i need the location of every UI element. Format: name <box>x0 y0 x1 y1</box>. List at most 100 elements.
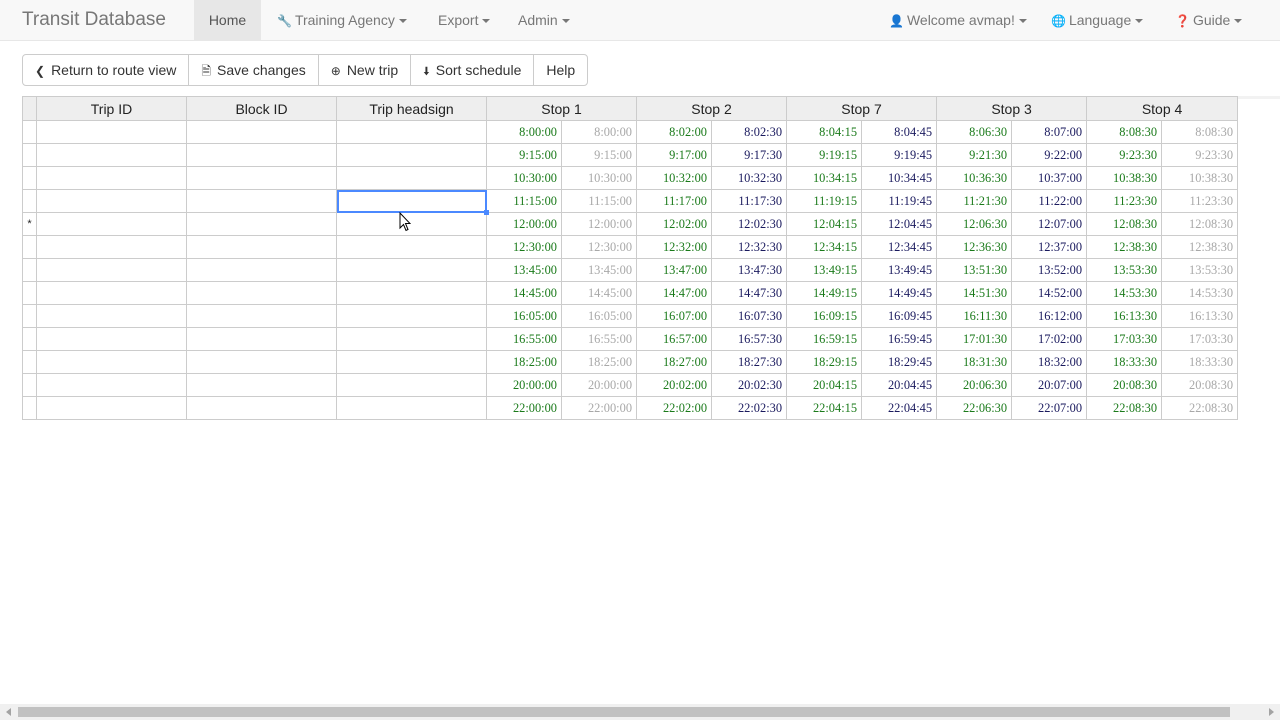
trip-headsign-cell[interactable] <box>336 258 487 282</box>
arrival-time-cell[interactable]: 10:30:00 <box>486 166 562 190</box>
arrival-time-cell[interactable]: 12:00:00 <box>486 212 562 236</box>
column-header[interactable]: Block ID <box>186 96 337 121</box>
column-header[interactable]: Stop 4 <box>1086 96 1239 121</box>
nav-language-dropdown[interactable]: 🌐 Language <box>1051 0 1144 40</box>
departure-time-cell[interactable]: 12:37:00 <box>1011 235 1088 259</box>
departure-time-cell[interactable]: 22:02:30 <box>711 396 788 420</box>
departure-time-cell[interactable]: 18:29:45 <box>861 350 938 374</box>
nav-agency-dropdown[interactable]: 🔧 Training Agency <box>277 0 407 40</box>
nav-export-dropdown[interactable]: Export <box>438 0 491 40</box>
departure-time-cell[interactable]: 16:12:00 <box>1011 304 1088 328</box>
arrival-time-cell[interactable]: 12:36:30 <box>936 235 1013 259</box>
departure-time-cell[interactable]: 16:13:30 <box>1161 304 1239 328</box>
arrival-time-cell[interactable]: 12:06:30 <box>936 212 1013 236</box>
departure-time-cell[interactable]: 16:05:00 <box>560 304 638 328</box>
row-header[interactable] <box>22 373 37 397</box>
departure-time-cell[interactable]: 14:45:00 <box>560 281 638 305</box>
arrival-time-cell[interactable]: 16:13:30 <box>1086 304 1163 328</box>
departure-time-cell[interactable]: 18:27:30 <box>711 350 788 374</box>
trip-id-cell[interactable] <box>36 327 187 351</box>
arrival-time-cell[interactable]: 12:30:00 <box>486 235 562 259</box>
departure-time-cell[interactable]: 22:00:00 <box>560 396 638 420</box>
trip-headsign-cell[interactable] <box>336 235 487 259</box>
row-header[interactable] <box>22 396 37 420</box>
fill-handle[interactable] <box>484 210 489 215</box>
block-id-cell[interactable] <box>186 212 337 236</box>
departure-time-cell[interactable]: 12:32:30 <box>711 235 788 259</box>
arrival-time-cell[interactable]: 11:21:30 <box>936 189 1013 213</box>
trip-id-cell[interactable] <box>36 281 187 305</box>
arrival-time-cell[interactable]: 10:36:30 <box>936 166 1013 190</box>
block-id-cell[interactable] <box>186 396 337 420</box>
arrival-time-cell[interactable]: 20:06:30 <box>936 373 1013 397</box>
block-id-cell[interactable] <box>186 281 337 305</box>
arrival-time-cell[interactable]: 22:08:30 <box>1086 396 1163 420</box>
sort-schedule-button[interactable]: 🠫 Sort schedule <box>410 54 535 86</box>
row-header[interactable] <box>22 258 37 282</box>
departure-time-cell[interactable]: 13:52:00 <box>1011 258 1088 282</box>
arrival-time-cell[interactable]: 16:55:00 <box>486 327 562 351</box>
departure-time-cell[interactable]: 13:47:30 <box>711 258 788 282</box>
departure-time-cell[interactable]: 8:07:00 <box>1011 120 1088 144</box>
departure-time-cell[interactable]: 14:49:45 <box>861 281 938 305</box>
arrival-time-cell[interactable]: 8:04:15 <box>786 120 863 144</box>
departure-time-cell[interactable]: 9:22:00 <box>1011 143 1088 167</box>
arrival-time-cell[interactable]: 13:45:00 <box>486 258 562 282</box>
departure-time-cell[interactable]: 9:23:30 <box>1161 143 1239 167</box>
departure-time-cell[interactable]: 12:00:00 <box>560 212 638 236</box>
departure-time-cell[interactable]: 13:53:30 <box>1161 258 1239 282</box>
arrival-time-cell[interactable]: 18:31:30 <box>936 350 1013 374</box>
departure-time-cell[interactable]: 11:22:00 <box>1011 189 1088 213</box>
row-header[interactable] <box>22 304 37 328</box>
departure-time-cell[interactable]: 12:38:30 <box>1161 235 1239 259</box>
arrival-time-cell[interactable]: 10:32:00 <box>636 166 713 190</box>
trip-id-cell[interactable] <box>36 258 187 282</box>
departure-time-cell[interactable]: 12:08:30 <box>1161 212 1239 236</box>
departure-time-cell[interactable]: 16:09:45 <box>861 304 938 328</box>
departure-time-cell[interactable]: 9:17:30 <box>711 143 788 167</box>
arrival-time-cell[interactable]: 16:07:00 <box>636 304 713 328</box>
arrival-time-cell[interactable]: 13:47:00 <box>636 258 713 282</box>
trip-id-cell[interactable] <box>36 189 187 213</box>
arrival-time-cell[interactable]: 16:05:00 <box>486 304 562 328</box>
departure-time-cell[interactable]: 13:49:45 <box>861 258 938 282</box>
departure-time-cell[interactable]: 11:19:45 <box>861 189 938 213</box>
departure-time-cell[interactable]: 11:17:30 <box>711 189 788 213</box>
departure-time-cell[interactable]: 10:32:30 <box>711 166 788 190</box>
arrival-time-cell[interactable]: 22:02:00 <box>636 396 713 420</box>
arrival-time-cell[interactable]: 12:34:15 <box>786 235 863 259</box>
departure-time-cell[interactable]: 11:15:00 <box>560 189 638 213</box>
arrival-time-cell[interactable]: 11:15:00 <box>486 189 562 213</box>
arrival-time-cell[interactable]: 8:06:30 <box>936 120 1013 144</box>
arrival-time-cell[interactable]: 16:09:15 <box>786 304 863 328</box>
departure-time-cell[interactable]: 20:02:30 <box>711 373 788 397</box>
arrival-time-cell[interactable]: 20:02:00 <box>636 373 713 397</box>
arrival-time-cell[interactable]: 9:15:00 <box>486 143 562 167</box>
save-changes-button[interactable]: 🗎 Save changes <box>188 54 319 86</box>
block-id-cell[interactable] <box>186 350 337 374</box>
departure-time-cell[interactable]: 18:25:00 <box>560 350 638 374</box>
departure-time-cell[interactable]: 16:55:00 <box>560 327 638 351</box>
arrival-time-cell[interactable]: 12:38:30 <box>1086 235 1163 259</box>
trip-headsign-cell[interactable] <box>336 281 487 305</box>
block-id-cell[interactable] <box>186 327 337 351</box>
trip-headsign-cell[interactable] <box>336 120 487 144</box>
nav-admin-dropdown[interactable]: Admin <box>518 0 570 40</box>
arrival-time-cell[interactable]: 20:04:15 <box>786 373 863 397</box>
block-id-cell[interactable] <box>186 120 337 144</box>
block-id-cell[interactable] <box>186 166 337 190</box>
column-header[interactable]: Stop 2 <box>636 96 788 121</box>
column-header[interactable]: Stop 3 <box>936 96 1088 121</box>
trip-id-cell[interactable] <box>36 350 187 374</box>
arrival-time-cell[interactable]: 9:21:30 <box>936 143 1013 167</box>
arrival-time-cell[interactable]: 17:03:30 <box>1086 327 1163 351</box>
block-id-cell[interactable] <box>186 373 337 397</box>
departure-time-cell[interactable]: 16:57:30 <box>711 327 788 351</box>
arrival-time-cell[interactable]: 11:19:15 <box>786 189 863 213</box>
arrival-time-cell[interactable]: 22:04:15 <box>786 396 863 420</box>
trip-headsign-cell[interactable] <box>336 212 487 236</box>
departure-time-cell[interactable]: 8:08:30 <box>1161 120 1239 144</box>
trip-headsign-cell[interactable] <box>336 304 487 328</box>
departure-time-cell[interactable]: 18:32:00 <box>1011 350 1088 374</box>
arrival-time-cell[interactable]: 12:04:15 <box>786 212 863 236</box>
